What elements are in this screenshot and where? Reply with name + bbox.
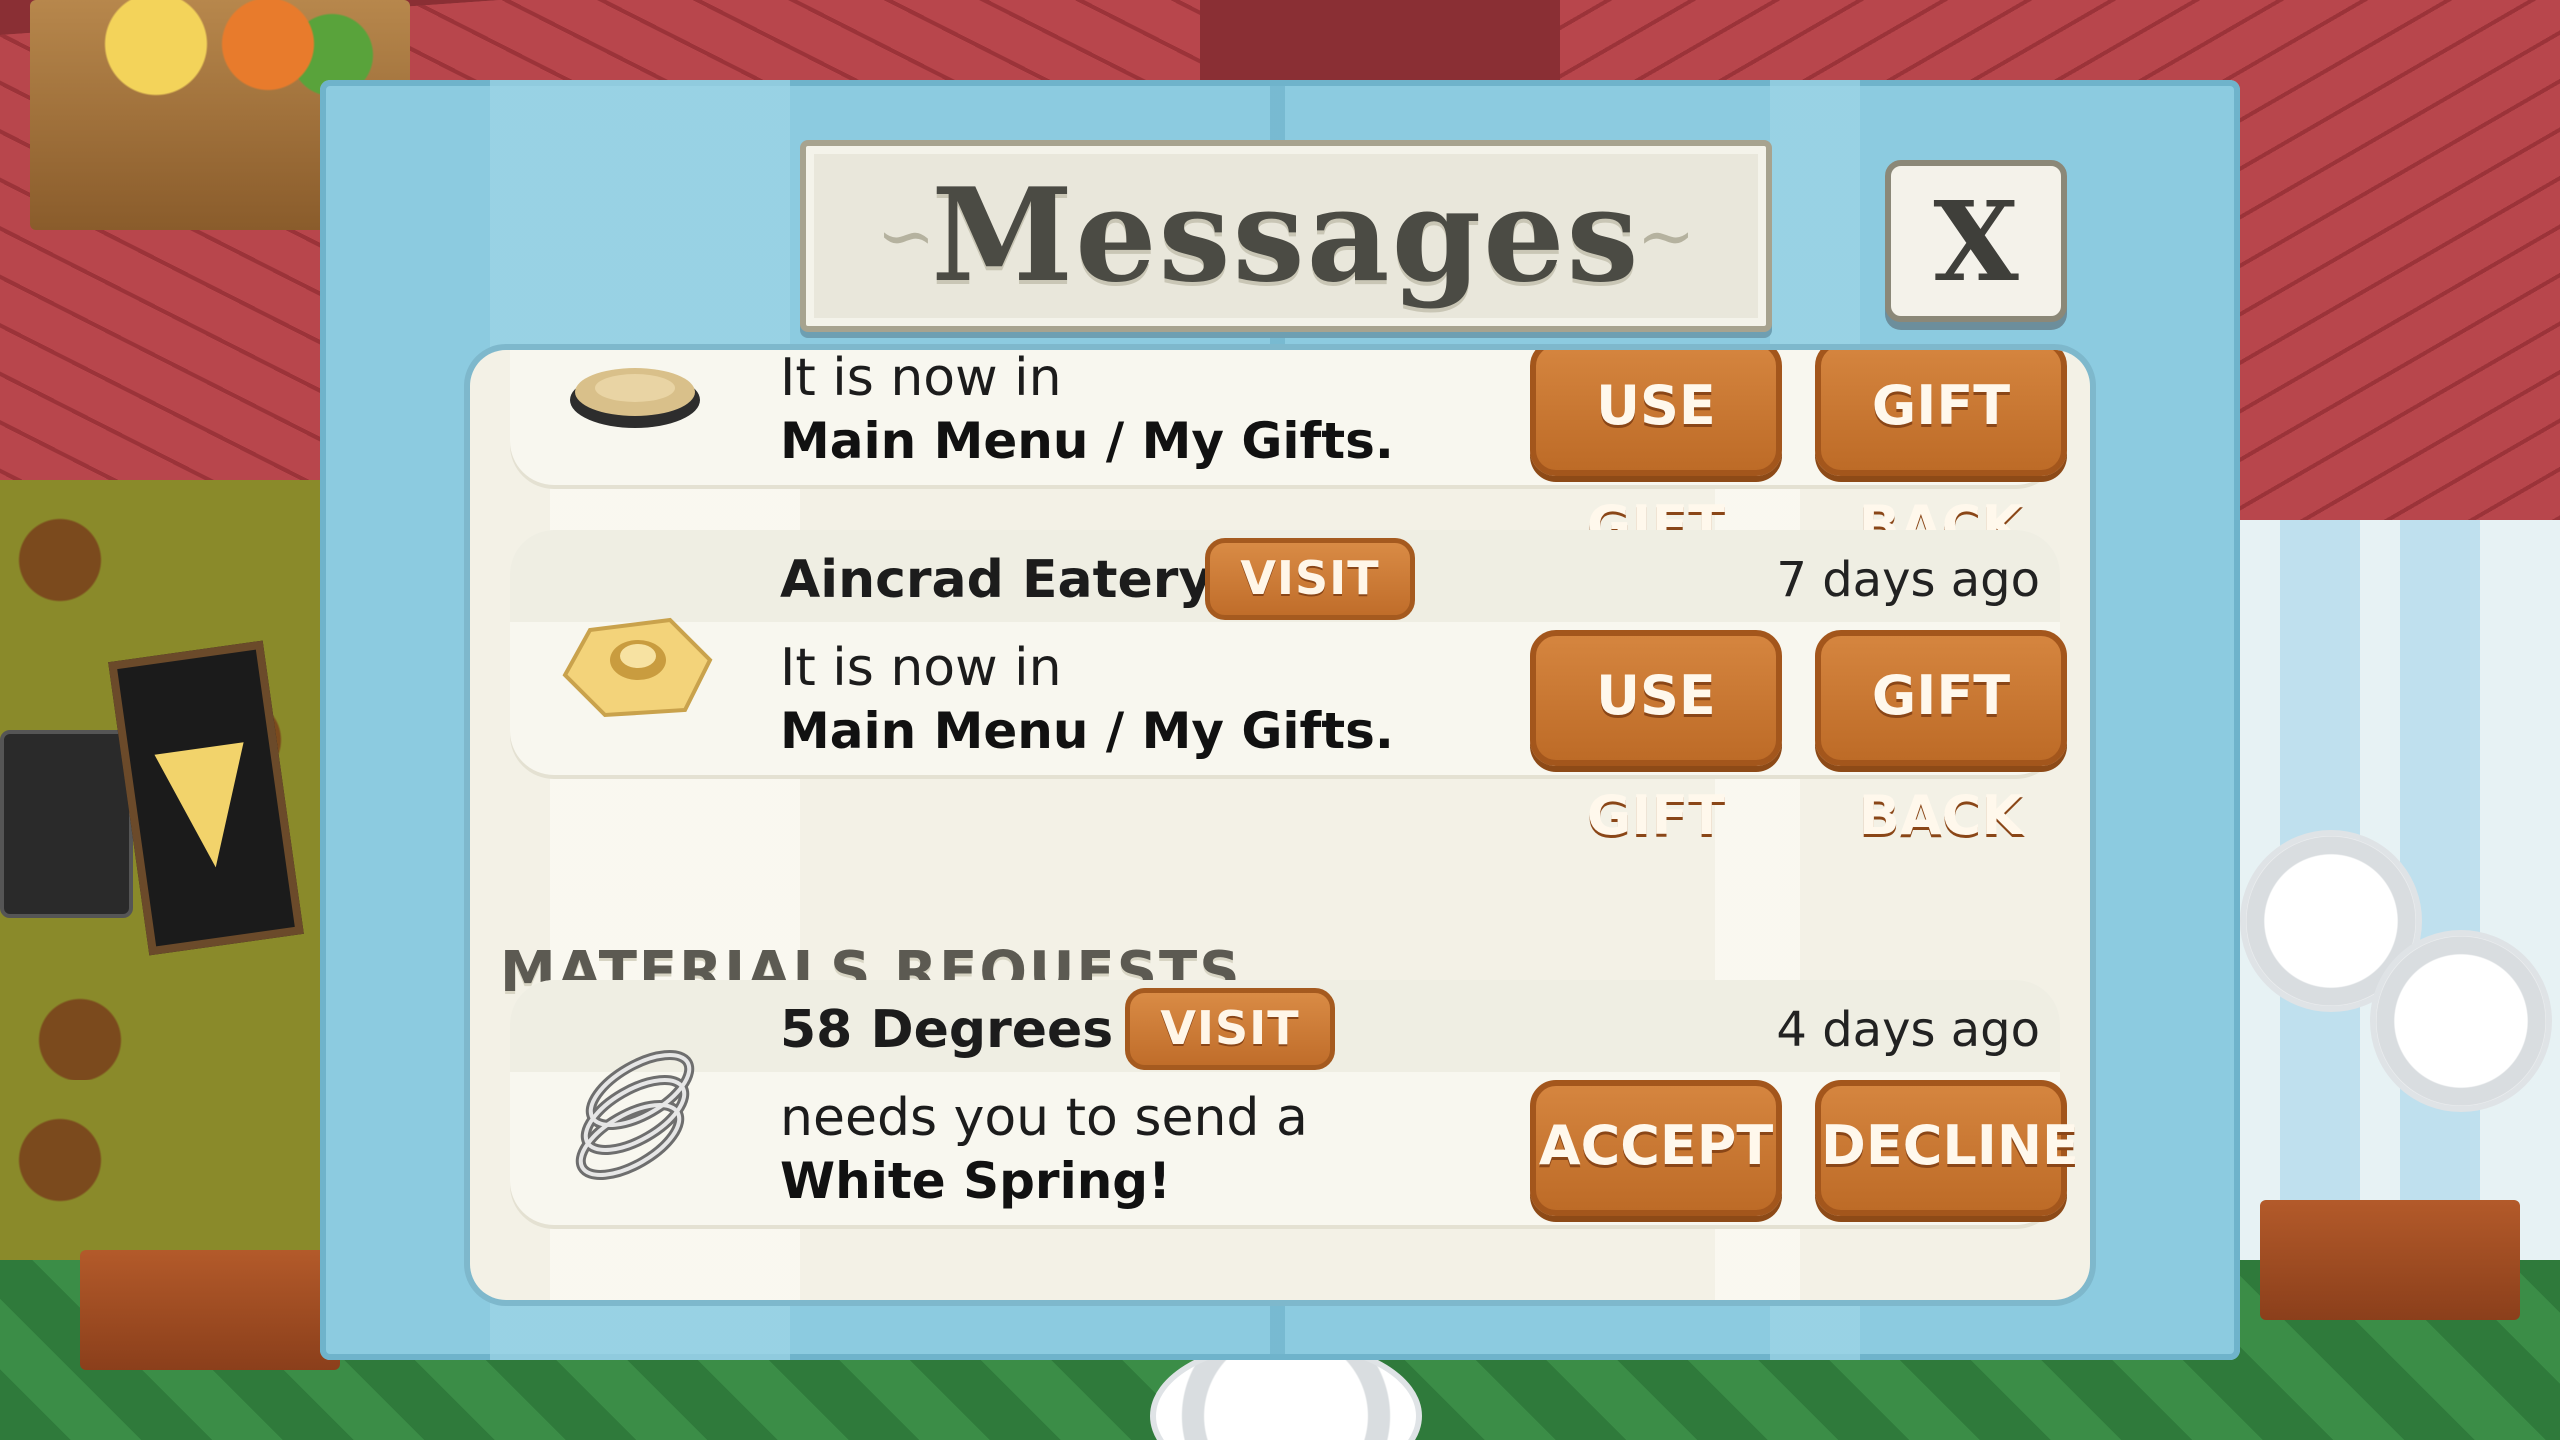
table-decor	[2260, 1200, 2520, 1320]
hex-nut-icon	[562, 617, 713, 718]
visit-button[interactable]: VISIT	[1125, 988, 1335, 1070]
use-gift-button[interactable]: USE GIFT	[1530, 630, 1782, 847]
message-time: 7 days ago	[1776, 552, 2040, 608]
accept-button[interactable]: ACCEPT	[1530, 1080, 1782, 1216]
gift-back-button[interactable]: GIFT BACK	[1815, 350, 2067, 557]
gift-item-icon	[570, 368, 700, 428]
swirl-ornament-icon: ∽	[1636, 195, 1696, 277]
message-body-line2: Main Menu / My Gifts.	[780, 412, 1394, 470]
message-body-line2: Main Menu / My Gifts.	[780, 702, 1394, 760]
decline-button[interactable]: DECLINE	[1815, 1080, 2079, 1216]
plate-decor	[2370, 930, 2552, 1112]
request-time: 4 days ago	[1776, 1002, 2040, 1058]
use-gift-button[interactable]: USE GIFT	[1530, 350, 1782, 557]
message-card: It is now in Main Menu / My Gifts. USE G…	[510, 350, 2067, 557]
message-card: Aincrad Eatery VISIT 7 days ago It is no…	[510, 530, 2067, 847]
message-body-line1: It is now in	[780, 638, 1062, 698]
table-decor	[80, 1250, 340, 1370]
message-list[interactable]: It is now in Main Menu / My Gifts. USE G…	[470, 350, 2090, 1300]
close-button[interactable]: X	[1885, 160, 2067, 322]
scoreboard-decor	[0, 730, 133, 918]
message-body-line1: It is now in	[780, 350, 1062, 408]
messages-dialog: ∽ Messages ∽ X It is now in Main Menu / …	[320, 80, 2240, 1360]
sender-name: Aincrad Eatery	[780, 550, 1213, 610]
dialog-title-plaque: ∽ Messages ∽	[800, 140, 1772, 332]
request-body-line2: White Spring!	[780, 1152, 1171, 1210]
dialog-title: Messages	[931, 161, 1641, 311]
gift-back-button[interactable]: GIFT BACK	[1815, 630, 2067, 847]
visit-button[interactable]: VISIT	[1205, 538, 1415, 620]
white-spring-icon	[575, 1050, 695, 1180]
request-card: 58 Degrees VISIT 4 days ago needs you to…	[510, 980, 2079, 1225]
request-body-line1: needs you to send a	[780, 1088, 1308, 1148]
swirl-ornament-icon: ∽	[876, 195, 936, 277]
sender-name: 58 Degrees	[780, 1000, 1114, 1060]
